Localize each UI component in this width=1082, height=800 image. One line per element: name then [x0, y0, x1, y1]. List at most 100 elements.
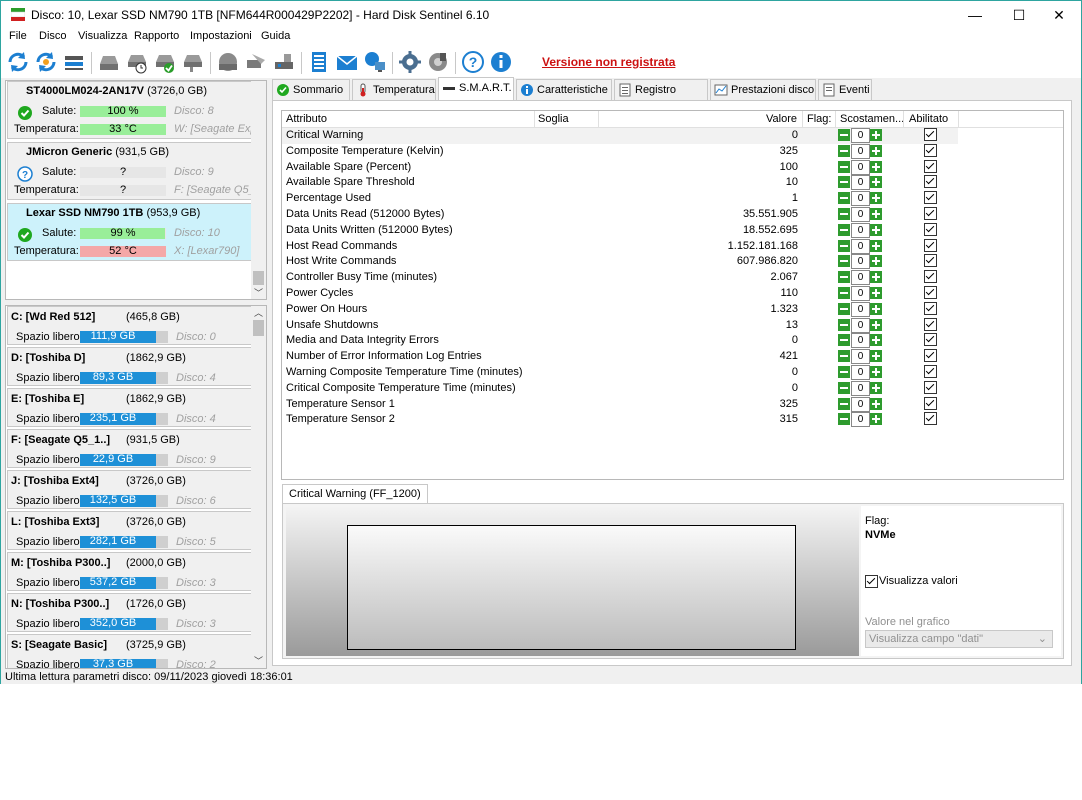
table-row[interactable]: Percentage Used 1 0 — [282, 191, 958, 207]
plus-icon[interactable] — [870, 381, 882, 394]
enabled-checkbox[interactable] — [924, 175, 937, 189]
table-row[interactable]: Temperature Sensor 1 325 0 — [282, 396, 958, 413]
minus-icon[interactable] — [838, 208, 850, 220]
disk-card[interactable]: JMicron Generic (931,5 GB) ? Salute: ? D… — [7, 142, 254, 200]
scroll-thumb[interactable] — [253, 320, 264, 336]
disk-tools-icon[interactable] — [272, 50, 296, 74]
refresh-all-icon[interactable] — [34, 50, 58, 74]
tab-sommario[interactable]: Sommario — [272, 79, 350, 100]
menu-impostazioni[interactable]: Impostazioni — [190, 30, 252, 42]
enabled-checkbox[interactable] — [924, 317, 937, 331]
enabled-checkbox[interactable] — [924, 301, 937, 315]
offset-field[interactable]: 0 — [851, 333, 870, 349]
table-row[interactable]: Controller Busy Time (minutes) 2.067 0 — [282, 270, 958, 286]
tab-smart[interactable]: S.M.A.R.T. — [438, 77, 514, 100]
table-row[interactable]: Composite Temperature (Kelvin) 325 0 — [282, 143, 958, 160]
partition-card[interactable]: S: [Seagate Basic] (3725,9 GB) Spazio libe… — [7, 634, 252, 668]
minus-icon[interactable] — [838, 176, 850, 189]
offset-field[interactable]: 0 — [851, 128, 870, 143]
partition-list-scrollbar[interactable]: ︿ ﹀ — [251, 306, 266, 668]
offset-field[interactable]: 0 — [851, 270, 870, 286]
enabled-checkbox[interactable] — [924, 270, 937, 284]
minus-icon[interactable] — [838, 318, 850, 331]
minus-icon[interactable] — [838, 144, 850, 157]
offset-field[interactable]: 0 — [851, 396, 870, 412]
enabled-checkbox[interactable] — [924, 254, 937, 268]
disk-schedule-icon[interactable] — [125, 50, 149, 74]
disk-alt-icon[interactable] — [181, 50, 205, 74]
plus-icon[interactable] — [870, 397, 882, 410]
table-row[interactable]: Available Spare (Percent) 100 0 — [282, 159, 958, 176]
table-row[interactable]: Data Units Written (512000 Bytes) 18.552.… — [282, 222, 958, 239]
enabled-checkbox[interactable] — [924, 412, 937, 426]
offset-field[interactable]: 0 — [851, 365, 870, 380]
tab-eventi[interactable]: Eventi — [818, 79, 872, 100]
minus-icon[interactable] — [838, 160, 850, 173]
plus-icon[interactable] — [870, 129, 882, 141]
offset-field[interactable]: 0 — [851, 175, 870, 191]
column-header-flag[interactable]: Flag: — [807, 113, 831, 125]
offset-field[interactable]: 0 — [851, 191, 870, 207]
minus-icon[interactable] — [838, 366, 850, 378]
table-row[interactable]: Critical Composite Temperature Time (min… — [282, 380, 958, 397]
plus-icon[interactable] — [870, 192, 882, 205]
enabled-checkbox[interactable] — [924, 333, 937, 347]
plus-icon[interactable] — [870, 302, 882, 315]
plus-icon[interactable] — [870, 223, 882, 236]
smart-attributes-table[interactable]: Attributo Soglia Valore Flag: Scostamen.… — [281, 110, 1064, 480]
surface-test-icon[interactable] — [216, 50, 240, 74]
enabled-checkbox[interactable] — [924, 365, 937, 378]
graph-value-select[interactable]: Visualizza campo "dati" ⌄ — [865, 630, 1053, 648]
minus-icon[interactable] — [838, 381, 850, 394]
offset-field[interactable]: 0 — [851, 286, 870, 301]
plus-icon[interactable] — [870, 350, 882, 363]
email-report-icon[interactable] — [335, 50, 359, 74]
settings-icon[interactable] — [398, 50, 422, 74]
plus-icon[interactable] — [870, 413, 882, 426]
table-row[interactable]: Critical Warning 0 0 — [282, 128, 958, 144]
table-row[interactable]: Power On Hours 1.323 0 — [282, 301, 958, 318]
table-row[interactable]: Unsafe Shutdowns 13 0 — [282, 317, 958, 334]
partition-card[interactable]: F: [Seagate Q5_1..] (931,5 GB) Spazio libe… — [7, 429, 252, 468]
show-values-label[interactable]: Visualizza valori — [879, 575, 958, 587]
partition-card[interactable]: N: [Toshiba P300..] (1726,0 GB) Spazio lib… — [7, 593, 252, 632]
enabled-checkbox[interactable] — [924, 207, 937, 220]
menu-disco[interactable]: Disco — [39, 30, 67, 42]
column-header-abilitato[interactable]: Abilitato — [909, 113, 948, 125]
minus-icon[interactable] — [838, 223, 850, 236]
minus-icon[interactable] — [838, 255, 850, 268]
offset-field[interactable]: 0 — [851, 301, 870, 317]
enabled-checkbox[interactable] — [924, 380, 937, 394]
table-row[interactable]: Media and Data Integrity Errors 0 0 — [282, 333, 958, 349]
plus-icon[interactable] — [870, 239, 882, 252]
minus-icon[interactable] — [838, 350, 850, 363]
disk-icon[interactable] — [97, 50, 121, 74]
menu-visualizza[interactable]: Visualizza — [78, 30, 127, 42]
table-row[interactable]: Number of Error Information Log Entries 4… — [282, 349, 958, 365]
column-header-valore[interactable]: Valore — [766, 113, 797, 125]
secure-erase-icon[interactable] — [244, 50, 268, 74]
offset-field[interactable]: 0 — [851, 143, 870, 159]
table-row[interactable]: Power Cycles 110 0 — [282, 286, 958, 302]
plus-icon[interactable] — [870, 255, 882, 268]
close-button[interactable]: ✕ — [1037, 1, 1081, 29]
disk-list-scrollbar[interactable]: ﹀ — [251, 81, 266, 299]
column-header-scostamento[interactable]: Scostamen... — [840, 113, 904, 125]
minus-icon[interactable] — [838, 271, 850, 284]
plus-icon[interactable] — [870, 318, 882, 331]
enabled-checkbox[interactable] — [924, 128, 937, 141]
minus-icon[interactable] — [838, 129, 850, 141]
minus-icon[interactable] — [838, 334, 850, 347]
menu-guida[interactable]: Guida — [261, 30, 290, 42]
column-header-attributo[interactable]: Attributo — [286, 113, 327, 125]
table-row[interactable]: Temperature Sensor 2 315 0 — [282, 412, 958, 428]
unregistered-version-link[interactable]: Versione non registrata — [542, 55, 675, 69]
drive-list-icon[interactable] — [62, 50, 86, 74]
report-icon[interactable] — [307, 50, 331, 74]
offset-field[interactable]: 0 — [851, 238, 870, 254]
plus-icon[interactable] — [870, 287, 882, 299]
menu-rapporto[interactable]: Rapporto — [134, 30, 179, 42]
enabled-checkbox[interactable] — [924, 143, 937, 157]
offset-field[interactable]: 0 — [851, 317, 870, 333]
partition-card[interactable]: E: [Toshiba E] (1862,9 GB) Spazio libero 23… — [7, 388, 252, 427]
